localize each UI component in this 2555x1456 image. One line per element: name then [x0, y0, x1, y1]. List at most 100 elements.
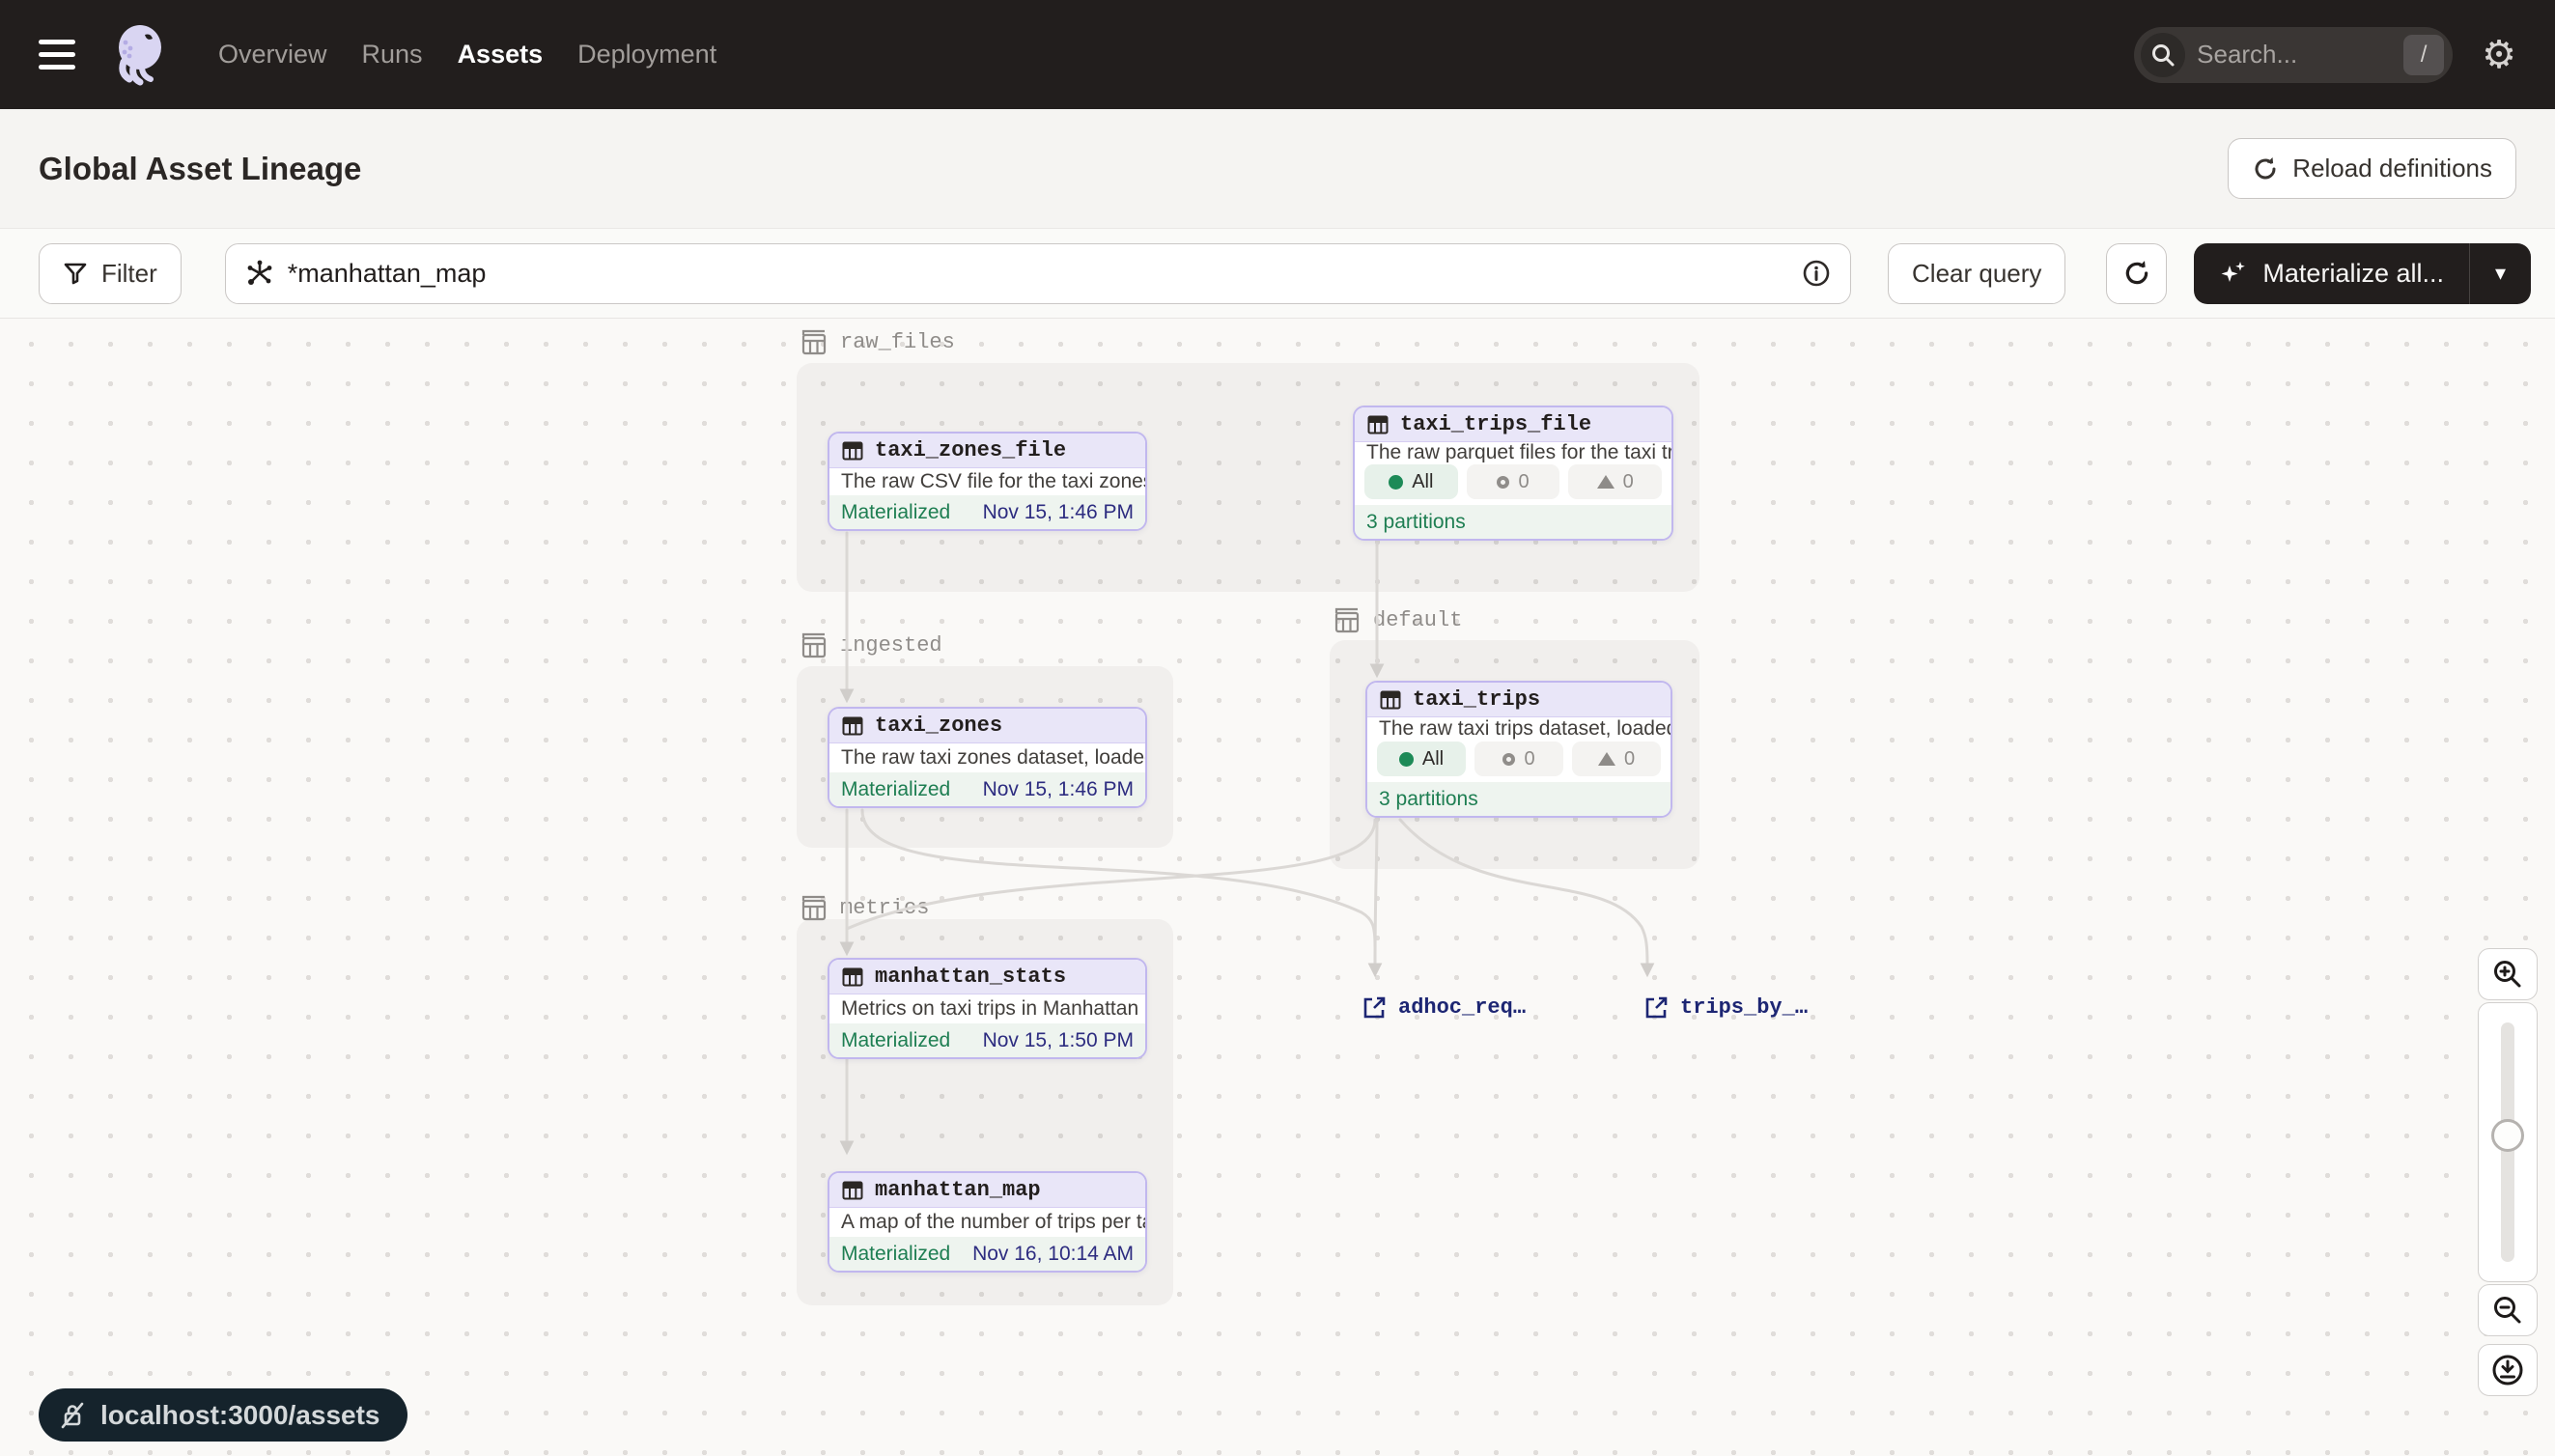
asset-node-manhattan-map[interactable]: manhattan_map A map of the number of tri…: [828, 1171, 1147, 1273]
nav-item-overview[interactable]: Overview: [218, 40, 327, 70]
asset-description: Metrics on taxi trips in Manhattan: [829, 994, 1145, 1023]
external-link-icon: [1362, 994, 1388, 1021]
asset-description: The raw CSV file for the taxi zones dat.…: [829, 468, 1145, 495]
asset-query-input[interactable]: [288, 259, 1802, 289]
group-label-metrics[interactable]: metrics: [798, 892, 929, 923]
zoom-slider[interactable]: [2478, 1002, 2538, 1282]
table-icon: [841, 439, 864, 462]
asset-node-taxi-zones[interactable]: taxi_zones The raw taxi zones dataset, l…: [828, 707, 1147, 808]
search-input[interactable]: [2197, 40, 2403, 70]
lineage-canvas[interactable]: raw_files ingested default metrics: [0, 319, 2555, 1456]
materialization-timestamp[interactable]: Nov 15, 1:50 PM: [983, 1029, 1134, 1052]
partitions-missing-pill[interactable]: 0: [1467, 464, 1560, 499]
page-header: Global Asset Lineage Reload definitions: [0, 109, 2555, 229]
info-icon[interactable]: [1802, 259, 1831, 288]
materialize-options-caret[interactable]: ▾: [2469, 243, 2531, 304]
lineage-toolbar: Filter Clear query: [0, 229, 2555, 319]
insecure-lock-icon: [58, 1401, 87, 1430]
status-badge: Materialized: [841, 1243, 950, 1266]
missing-ring-icon: [1497, 476, 1509, 489]
asset-group-icon: [798, 630, 828, 660]
table-icon: [841, 966, 864, 989]
partitions-failed-pill[interactable]: 0: [1568, 464, 1662, 499]
group-label-ingested[interactable]: ingested: [798, 630, 942, 660]
caret-down-icon: ▾: [2495, 261, 2506, 286]
external-asset-adhoc-request[interactable]: adhoc_req…: [1362, 994, 1526, 1021]
partitions-materialized-pill[interactable]: All: [1377, 742, 1466, 776]
materialized-dot-icon: [1389, 475, 1403, 490]
external-link-icon: [1643, 994, 1670, 1021]
op-selector-icon: [245, 259, 274, 288]
slash-shortcut-badge: /: [2403, 35, 2444, 75]
partitions-failed-pill[interactable]: 0: [1572, 742, 1661, 776]
missing-ring-icon: [1502, 753, 1515, 766]
failed-triangle-icon: [1598, 752, 1615, 766]
refresh-graph-button[interactable]: [2106, 243, 2167, 304]
browser-url-overlay: localhost:3000/assets: [39, 1388, 407, 1442]
asset-selection-input[interactable]: [225, 243, 1851, 304]
menu-icon[interactable]: [39, 40, 81, 70]
partitions-count[interactable]: 3 partitions: [1379, 788, 1478, 811]
reload-definitions-button[interactable]: Reload definitions: [2228, 138, 2516, 199]
filter-funnel-icon: [63, 261, 88, 286]
status-badge: Materialized: [841, 778, 950, 801]
nav-item-runs[interactable]: Runs: [362, 40, 423, 70]
nav-item-deployment[interactable]: Deployment: [577, 40, 716, 70]
zoom-out-button[interactable]: [2478, 1284, 2538, 1336]
asset-group-icon: [1331, 604, 1362, 635]
zoom-out-icon: [2491, 1294, 2524, 1327]
asset-group-icon: [798, 892, 828, 923]
zoom-in-icon: [2491, 958, 2524, 991]
download-image-button[interactable]: [2478, 1344, 2538, 1396]
download-icon: [2490, 1353, 2525, 1387]
partitions-missing-pill[interactable]: 0: [1474, 742, 1563, 776]
external-asset-trips-by[interactable]: trips_by_…: [1643, 994, 1808, 1021]
asset-description: A map of the number of trips per taxi z.…: [829, 1208, 1145, 1237]
nav-links: Overview Runs Assets Deployment: [218, 40, 716, 70]
partitions-count[interactable]: 3 partitions: [1366, 511, 1466, 534]
materialization-timestamp[interactable]: Nov 15, 1:46 PM: [983, 778, 1134, 801]
url-text: localhost:3000/assets: [100, 1400, 380, 1431]
sparkle-icon: [2219, 259, 2248, 288]
failed-triangle-icon: [1597, 475, 1614, 489]
top-nav: Overview Runs Assets Deployment / ⚙: [0, 0, 2555, 109]
status-badge: Materialized: [841, 1029, 950, 1052]
asset-name: taxi_zones_file: [875, 438, 1066, 462]
materialized-dot-icon: [1399, 752, 1414, 767]
global-search[interactable]: /: [2134, 27, 2453, 83]
asset-node-taxi-zones-file[interactable]: taxi_zones_file The raw CSV file for the…: [828, 432, 1147, 531]
settings-gear-icon[interactable]: ⚙: [2482, 36, 2516, 74]
table-icon: [1366, 413, 1390, 436]
asset-name: taxi_trips: [1413, 687, 1540, 712]
status-badge: Materialized: [841, 501, 950, 524]
table-icon: [1379, 688, 1402, 712]
page-title: Global Asset Lineage: [39, 151, 361, 187]
partitions-materialized-pill[interactable]: All: [1364, 464, 1458, 499]
materialization-timestamp[interactable]: Nov 16, 10:14 AM: [972, 1243, 1134, 1266]
asset-node-taxi-trips-file[interactable]: taxi_trips_file The raw parquet files fo…: [1353, 406, 1673, 541]
reload-icon: [2252, 155, 2279, 182]
filter-button[interactable]: Filter: [39, 243, 182, 304]
materialize-all-button[interactable]: Materialize all... ▾: [2194, 243, 2531, 304]
group-label-raw-files[interactable]: raw_files: [798, 326, 955, 357]
clear-query-button[interactable]: Clear query: [1888, 243, 2065, 304]
asset-node-taxi-trips[interactable]: taxi_trips The raw taxi trips dataset, l…: [1365, 681, 1672, 818]
asset-node-manhattan-stats[interactable]: manhattan_stats Metrics on taxi trips in…: [828, 958, 1147, 1059]
nav-item-assets[interactable]: Assets: [458, 40, 544, 70]
search-icon: [2141, 33, 2185, 77]
refresh-icon: [2122, 259, 2151, 288]
table-icon: [841, 1179, 864, 1202]
asset-description: The raw taxi trips dataset, loaded into …: [1367, 717, 1671, 740]
asset-description: The raw taxi zones dataset, loaded int..…: [829, 743, 1145, 772]
dagster-logo[interactable]: [110, 23, 168, 87]
asset-name: manhattan_map: [875, 1178, 1041, 1202]
zoom-slider-handle[interactable]: [2491, 1119, 2524, 1152]
group-label-default[interactable]: default: [1331, 604, 1462, 635]
materialization-timestamp[interactable]: Nov 15, 1:46 PM: [983, 501, 1134, 524]
asset-group-icon: [798, 326, 828, 357]
table-icon: [841, 714, 864, 738]
dagster-app: Overview Runs Assets Deployment / ⚙ Glob…: [0, 0, 2555, 1456]
asset-name: taxi_trips_file: [1400, 412, 1591, 436]
zoom-in-button[interactable]: [2478, 948, 2538, 1000]
asset-name: manhattan_stats: [875, 965, 1066, 989]
